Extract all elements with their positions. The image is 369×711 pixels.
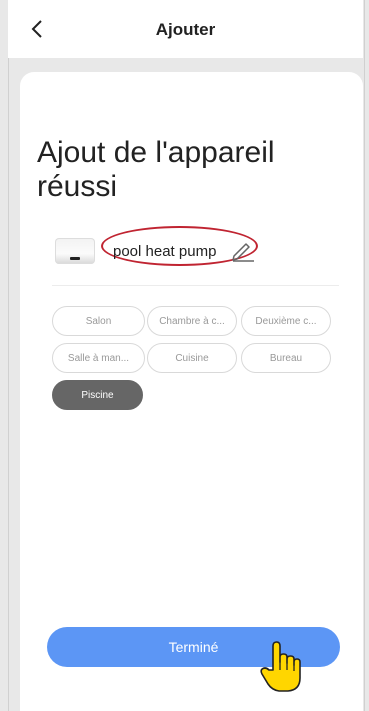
room-chip-deuxieme[interactable]: Deuxième c... (241, 306, 331, 336)
room-chip-chambre[interactable]: Chambre à c... (147, 306, 237, 336)
top-bar: Ajouter (8, 0, 363, 58)
page-title: Ajouter (155, 20, 216, 39)
device-name[interactable]: pool heat pump (113, 243, 216, 260)
divider (52, 285, 339, 286)
pencil-icon (232, 243, 254, 262)
room-chip-salon[interactable]: Salon (52, 306, 145, 336)
hand-pointer-icon (260, 641, 301, 692)
room-chip-salle-a-manger[interactable]: Salle à man... (52, 343, 145, 373)
success-headline: Ajout de l'appareil réussi (37, 136, 275, 203)
room-chip-bureau[interactable]: Bureau (241, 343, 331, 373)
room-chip-piscine[interactable]: Piscine (52, 380, 143, 410)
device-thumbnail-icon (55, 238, 95, 264)
edit-name-button[interactable] (229, 238, 255, 262)
room-chip-cuisine[interactable]: Cuisine (147, 343, 237, 373)
